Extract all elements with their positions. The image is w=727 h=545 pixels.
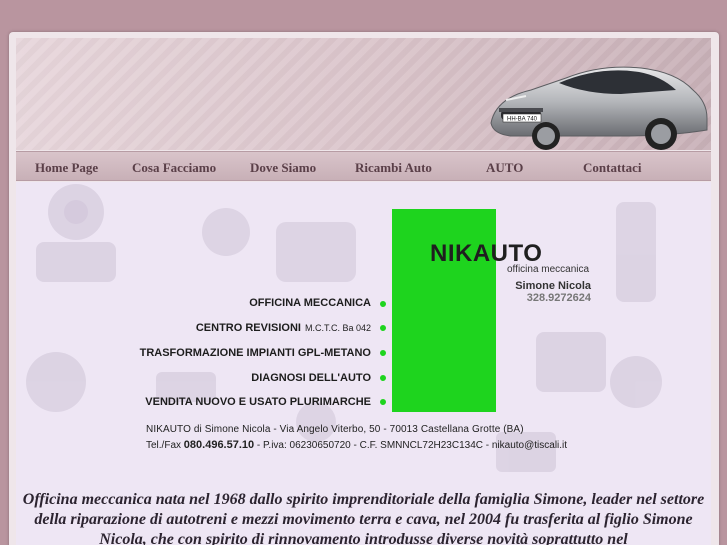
service-item: TRASFORMAZIONE IMPIANTI GPL-METANO	[140, 347, 371, 359]
owner-phone: 328.9272624	[526, 292, 591, 304]
intro-paragraph: Officina meccanica nata nel 1968 dallo s…	[22, 491, 705, 545]
bullet-dot	[380, 301, 386, 307]
contact-line: Tel./Fax 080.496.57.10 - P.iva: 06230650…	[146, 439, 606, 451]
address-line: NIKAUTO di Simone Nicola - Via Angelo Vi…	[146, 424, 524, 435]
tel-label: Tel./Fax	[146, 440, 182, 451]
main-nav: Home Page Cosa Facciamo Dove Siamo Ricam…	[16, 151, 711, 181]
service-note: M.C.T.C. Ba 042	[304, 323, 371, 333]
main-content: NIKAUTO officina meccanica Simone Nicola…	[16, 182, 711, 545]
tel-number: 080.496.57.10	[183, 439, 255, 451]
nav-cosa-facciamo[interactable]: Cosa Facciamo	[132, 160, 216, 176]
car-image: HH-BA 740	[490, 66, 708, 150]
bullet-dot	[380, 399, 386, 405]
service-item: DIAGNOSI DELL'AUTO	[251, 372, 371, 384]
service-label: DIAGNOSI DELL'AUTO	[251, 372, 371, 384]
service-item: VENDITA NUOVO E USATO PLURIMARCHE	[145, 396, 371, 408]
header-banner: HH-BA 740	[16, 38, 711, 150]
service-label: VENDITA NUOVO E USATO PLURIMARCHE	[145, 396, 371, 408]
bullet-dot	[380, 375, 386, 381]
nav-auto[interactable]: AUTO	[486, 160, 523, 176]
bullet-dot	[380, 325, 386, 331]
brand-name-part1: NIK	[430, 240, 473, 267]
service-label: CENTRO REVISIONI	[195, 322, 301, 334]
service-item: CENTRO REVISIONI M.C.T.C. Ba 042	[196, 322, 371, 334]
nav-ricambi-auto[interactable]: Ricambi Auto	[355, 160, 432, 176]
license-plate-text: HH-BA 740	[507, 117, 538, 123]
nav-home[interactable]: Home Page	[35, 160, 98, 176]
service-label: TRASFORMAZIONE IMPIANTI GPL-METANO	[139, 347, 371, 359]
service-label: OFFICINA MECCANICA	[249, 297, 371, 309]
nav-contattaci[interactable]: Contattaci	[583, 160, 642, 176]
tax-info: - P.iva: 06230650720 - C.F. SMNNCL72H23C…	[254, 440, 568, 451]
owner-name: Simone Nicola	[515, 280, 591, 292]
service-item: OFFICINA MECCANICA	[249, 297, 371, 309]
brand-name-part2: AUTO	[472, 240, 543, 267]
bullet-dot	[380, 350, 386, 356]
brand-subtitle: officina meccanica	[507, 264, 590, 275]
nav-dove-siamo[interactable]: Dove Siamo	[250, 160, 316, 176]
